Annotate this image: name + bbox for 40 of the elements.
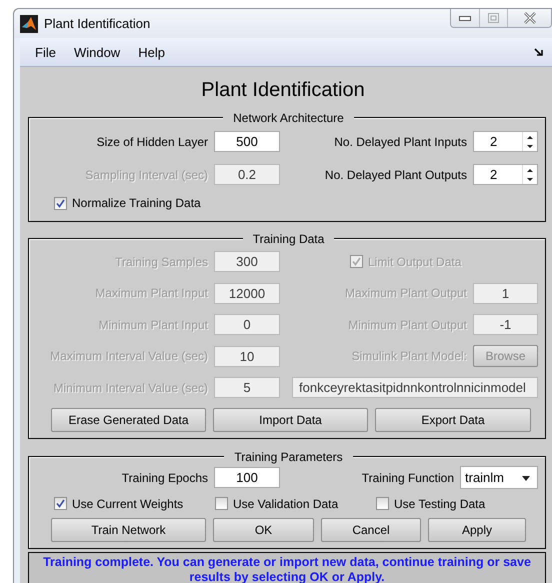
status-message: Training complete. You can generate or import new data, continue training or save results by selecting OK or Apply. (28, 552, 546, 583)
checkbox-label: Use Current Weights (72, 496, 184, 510)
dock-arrow-icon[interactable] (534, 47, 544, 57)
input-field[interactable]: 100 (214, 467, 280, 488)
action-button[interactable]: Apply (428, 518, 526, 542)
close-button[interactable] (507, 9, 551, 27)
panel-title: Network Architecture (223, 111, 354, 125)
dialog-heading: Plant Identification (200, 78, 366, 103)
menu-item[interactable]: Help (131, 44, 174, 60)
close-icon (522, 12, 536, 24)
checkbox[interactable] (54, 196, 67, 210)
panel-title: Training Data (242, 232, 334, 246)
window-title: Plant Identification (44, 16, 152, 31)
field-label: Size of Hidden Layer (96, 134, 208, 148)
action-button[interactable]: Import Data (213, 408, 368, 432)
field-label: No. Delayed Plant Inputs (333, 134, 467, 148)
checkbox[interactable] (215, 497, 228, 510)
spinner-field[interactable]: 2 (473, 131, 538, 152)
action-button[interactable]: Cancel (321, 518, 421, 542)
app-logo-icon (20, 14, 38, 32)
field-label: No. Delayed Plant Outputs (324, 168, 467, 182)
action-button[interactable]: OK (213, 518, 314, 542)
checkbox-label: Use Testing Data (394, 496, 486, 510)
dropdown-field[interactable]: trainlm (460, 466, 538, 489)
checkbox-label: Use Validation Data (233, 496, 338, 510)
panel-title: Training Parameters (224, 450, 353, 464)
minimize-icon (459, 16, 471, 20)
action-button[interactable]: Train Network (51, 518, 206, 542)
checkbox[interactable] (54, 497, 67, 510)
spinner-field[interactable]: 2 (473, 164, 538, 185)
action-button[interactable]: Erase Generated Data (51, 408, 206, 432)
checkbox-label: Normalize Training Data (72, 196, 201, 210)
checkbox[interactable] (376, 497, 389, 510)
field-label: Training Epochs (120, 470, 208, 484)
maximize-icon (488, 13, 499, 23)
field-label: Training Function (360, 470, 455, 484)
action-button[interactable]: Export Data (375, 408, 531, 432)
menu-item[interactable]: File (28, 44, 65, 60)
input-field[interactable]: 500 (214, 131, 280, 152)
menu-item[interactable]: Window (66, 44, 130, 60)
